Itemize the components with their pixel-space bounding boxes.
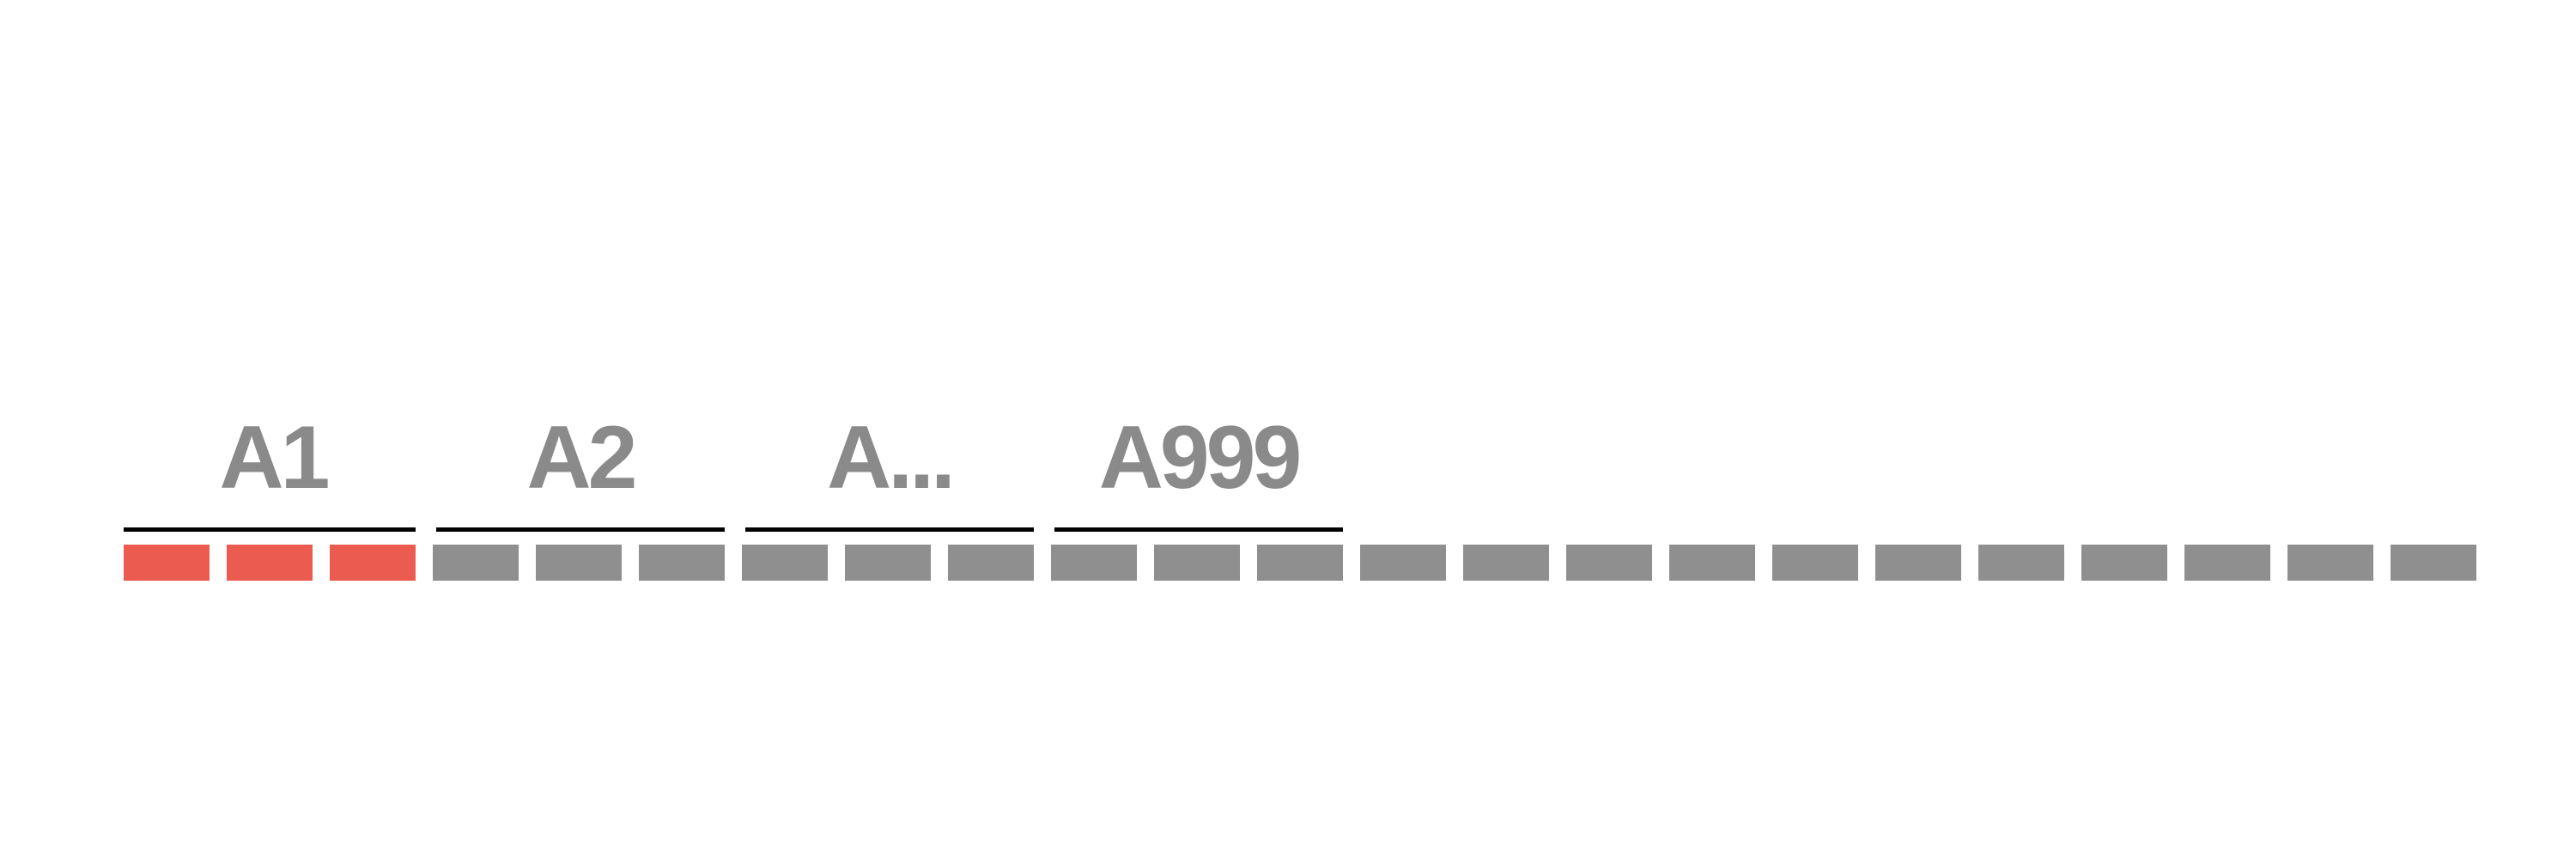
highlighted-block (227, 545, 313, 581)
highlighted-block (330, 545, 416, 581)
group-label: A2 (527, 408, 635, 508)
block-row (124, 545, 2476, 581)
group-label: A1 (220, 408, 328, 508)
group-bracket-line (436, 527, 725, 532)
block (1051, 545, 1137, 581)
block (1360, 545, 1446, 581)
group-label: A... (827, 408, 952, 508)
group-bracket-line (124, 527, 416, 532)
block (1566, 545, 1652, 581)
block-sequence-diagram: A1 A2 A... A999 (124, 408, 2476, 581)
block (1154, 545, 1240, 581)
group-brackets (124, 527, 1343, 532)
group-bracket-line (1054, 527, 1343, 532)
block (1669, 545, 1755, 581)
block (1978, 545, 2064, 581)
block (2081, 545, 2167, 581)
group-label: A999 (1099, 408, 1299, 508)
block (1463, 545, 1549, 581)
group-bracket-line (745, 527, 1034, 532)
group-labels: A1 A2 A... A999 (220, 408, 1303, 508)
block (1875, 545, 1961, 581)
block (845, 545, 931, 581)
block (1772, 545, 1858, 581)
block (2184, 545, 2270, 581)
block (2287, 545, 2373, 581)
block (742, 545, 828, 581)
block (536, 545, 622, 581)
highlighted-block (124, 545, 210, 581)
block (433, 545, 519, 581)
block (639, 545, 725, 581)
block (948, 545, 1034, 581)
block (2391, 545, 2476, 581)
block (1257, 545, 1343, 581)
